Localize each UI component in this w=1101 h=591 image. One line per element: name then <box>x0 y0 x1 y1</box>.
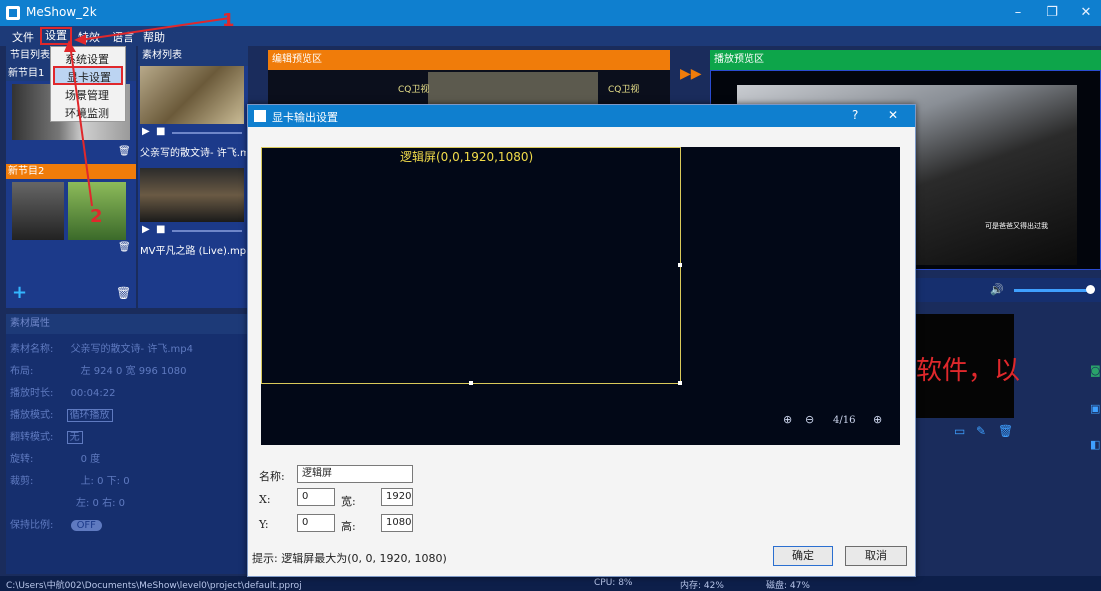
width-input[interactable]: 1920 <box>381 488 413 506</box>
annotation-arrow-2 <box>69 43 93 207</box>
height-label: 高: <box>341 520 356 533</box>
width-label: 宽: <box>341 495 356 508</box>
annotation-step-2: 2 <box>90 206 103 227</box>
zoom-out-icon[interactable]: ⊖ <box>805 413 814 426</box>
annotation-arrowhead <box>64 40 76 52</box>
screen-layout-canvas[interactable]: 逻辑屏(0,0,1920,1080) ⊕ ⊖ 4/16 ⊕ <box>261 147 900 445</box>
logical-screen-label: 逻辑屏(0,0,1920,1080) <box>400 150 534 164</box>
zoom-in-icon[interactable]: ⊕ <box>873 413 882 426</box>
height-input[interactable]: 1080 <box>381 514 413 532</box>
name-label: 名称: <box>259 470 285 483</box>
annotation-step-1: 1 <box>222 10 235 31</box>
dialog-app-icon <box>254 110 266 122</box>
help-button[interactable]: ? <box>852 108 858 122</box>
resize-handle[interactable] <box>469 381 473 385</box>
hint-text: 提示: 逻辑屏最大为(0, 0, 1920, 1080) <box>252 552 447 565</box>
annotation-arrow-1 <box>79 17 231 41</box>
cancel-button[interactable]: 取消 <box>845 546 907 566</box>
name-input[interactable]: 逻辑屏 <box>297 465 413 483</box>
ok-button[interactable]: 确定 <box>773 546 833 566</box>
x-input[interactable]: 0 <box>297 488 335 506</box>
zoom-fit-icon[interactable]: ⊕ <box>783 413 792 426</box>
dialog-title: 显卡输出设置 <box>272 111 338 124</box>
annotation-arrowhead <box>74 34 86 45</box>
resize-handle[interactable] <box>678 263 682 267</box>
dialog-close-button[interactable]: ✕ <box>888 108 898 122</box>
gpu-output-dialog: 显卡输出设置 ? ✕ 逻辑屏(0,0,1920,1080) ⊕ ⊖ 4/16 ⊕… <box>247 104 916 577</box>
y-input[interactable]: 0 <box>297 514 335 532</box>
logical-screen-rect[interactable]: 逻辑屏(0,0,1920,1080) <box>261 147 682 385</box>
dialog-title-bar: 显卡输出设置 ? ✕ <box>248 105 915 127</box>
x-label: X: <box>259 493 271 506</box>
y-label: Y: <box>259 518 269 531</box>
resize-handle[interactable] <box>678 381 682 385</box>
page-indicator: 4/16 <box>833 415 856 426</box>
